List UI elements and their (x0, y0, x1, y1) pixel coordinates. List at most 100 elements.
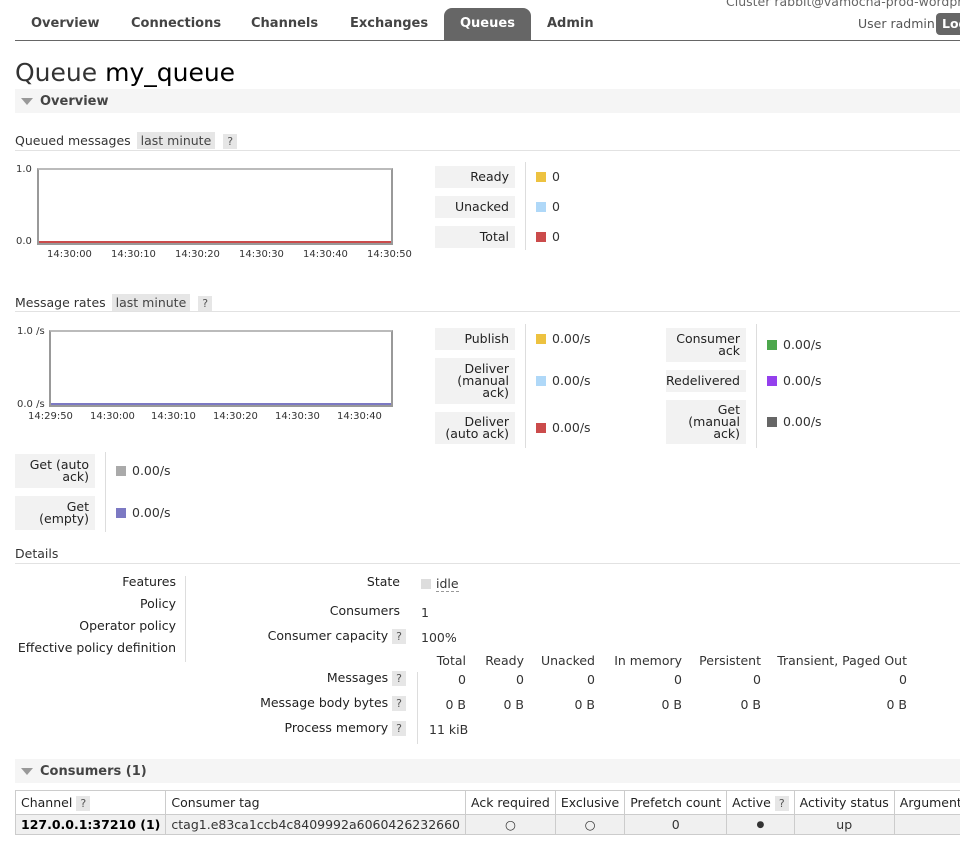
queue-name: my_queue (105, 58, 236, 87)
consumer-capacity-value: 100% (421, 630, 457, 645)
active-help-icon[interactable]: ? (774, 795, 789, 811)
legend-divider (525, 162, 526, 250)
collapse-triangle-icon (21, 98, 33, 105)
queued-messages-label: Queued messages (15, 133, 131, 148)
x-tick-label: 14:30:20 (213, 411, 258, 422)
message-body-bytes-value: 0 B (574, 697, 595, 712)
stats-header-ready: Ready (485, 653, 524, 668)
message-body-bytes-value: 0 B (503, 697, 524, 712)
messages-value: 0 (899, 672, 907, 687)
legend-value: 0.00/s (552, 373, 591, 388)
channel-link[interactable]: 127.0.0.1:37210 (1) (14, 814, 167, 835)
legend-divider (105, 452, 106, 532)
legend-label-deliver-manual-ack: Deliver (manual ack) (435, 358, 515, 404)
y-tick-label: 1.0 /s (17, 326, 45, 337)
tab-connections[interactable]: Connections (115, 8, 237, 40)
overview-section-toggle[interactable] (15, 89, 960, 113)
stats-header-total: Total (436, 653, 466, 668)
legend-value: 0.00/s (783, 337, 822, 352)
tab-channels[interactable]: Channels (235, 8, 334, 40)
legend-value: 0.00/s (552, 331, 591, 346)
legend-label-publish: Publish (435, 328, 515, 350)
legend-value: 0.00/s (552, 420, 591, 435)
tab-queues[interactable]: Queues (444, 8, 531, 40)
legend-swatch (767, 340, 777, 350)
queued-messages-heading: Queued messages last minute ? (15, 132, 238, 149)
consumer-capacity-help-icon[interactable]: ? (392, 629, 406, 644)
message-body-bytes-label: Message body bytes? (260, 695, 406, 711)
consumer-capacity-label: Consumer capacity? (268, 628, 406, 644)
rates-range-select[interactable]: last minute (111, 294, 191, 311)
column-header-label: Exclusive (560, 795, 620, 810)
queued-range-select[interactable]: last minute (136, 132, 216, 149)
x-tick-label: 14:30:30 (239, 249, 284, 260)
consumer-tag: ctag1.e83ca1ccb4c8409992a6060426232660 (165, 814, 467, 835)
stats-header-persistent: Persistent (699, 653, 761, 668)
x-tick-label: 14:30:10 (111, 249, 156, 260)
tab-exchanges[interactable]: Exchanges (334, 8, 444, 40)
x-tick-label: 14:30:50 (367, 249, 412, 260)
details-divider (185, 576, 186, 662)
column-header-label: Ack required (471, 795, 550, 810)
x-tick-label: 14:30:40 (337, 411, 382, 422)
legend-swatch (767, 417, 777, 427)
consumers-section-toggle[interactable] (15, 759, 960, 783)
user-label: User radmin (858, 16, 935, 31)
overview-section-title: Overview (40, 94, 109, 109)
x-tick-label: 14:30:20 (175, 249, 220, 260)
state-label: State (366, 574, 400, 589)
column-header-label: Activity status (799, 795, 889, 810)
legend-label-unacked: Unacked (435, 196, 515, 218)
message-body-bytes-value: 0 B (886, 697, 907, 712)
chart-plot-area (37, 168, 393, 245)
column-header-label: Active (732, 794, 771, 810)
message-body-bytes-value: 0 B (661, 697, 682, 712)
message-rates-label: Message rates (15, 295, 106, 310)
legend-label-ready: Ready (435, 166, 515, 188)
stats-header-transient-paged-out: Transient, Paged Out (777, 653, 907, 668)
detail-label-policy: Policy (140, 596, 176, 611)
cluster-name: Cluster rabbit@vamocha-prod-wordpress (726, 0, 960, 9)
state-value[interactable]: idle (436, 576, 459, 592)
prefetch-count: 0 (624, 814, 728, 835)
legend-value: 0.00/s (783, 414, 822, 429)
detail-label-features: Features (122, 574, 176, 589)
details-heading: Details (15, 546, 59, 561)
legend-swatch (116, 508, 126, 518)
message-rates-heading: Message rates last minute ? (15, 294, 213, 311)
column-header-label: Channel (21, 794, 73, 810)
legend-label-get-empty: Get (empty) (15, 496, 95, 530)
tab-admin[interactable]: Admin (531, 8, 610, 40)
message-body-bytes-value: 0 B (740, 697, 761, 712)
message-body-bytes-help-icon[interactable]: ? (392, 696, 406, 711)
legend-label-get-auto-ack: Get (auto ack) (15, 454, 95, 488)
channel-help-icon[interactable]: ? (76, 795, 91, 811)
queued-help-icon[interactable]: ? (223, 134, 238, 149)
rates-help-icon[interactable]: ? (198, 296, 213, 311)
activity-status: up (793, 814, 895, 835)
chart-plot-area (49, 330, 393, 407)
consumers-section-title: Consumers (1) (40, 764, 147, 779)
legend-label-consumer-ack: Consumer ack (666, 328, 746, 362)
stats-header-in-memory: In memory (614, 653, 682, 668)
process-memory-text: Process memory (284, 720, 389, 735)
detail-label-operator-policy: Operator policy (79, 618, 176, 633)
active-icon: ● (726, 814, 795, 835)
consumers-label: Consumers (329, 603, 400, 618)
process-memory-help-icon[interactable]: ? (392, 721, 406, 736)
y-tick-label: 0.0 (16, 236, 32, 247)
legend-swatch (116, 466, 126, 476)
messages-help-icon[interactable]: ? (392, 671, 406, 686)
state-idle-icon (421, 579, 431, 589)
column-header-label: Consumer tag (171, 795, 260, 810)
messages-text: Messages (326, 670, 389, 685)
exclusive-icon: ○ (554, 814, 626, 835)
logout-button[interactable]: Log (936, 13, 960, 35)
legend-label-redelivered: Redelivered (666, 370, 746, 392)
tab-overview[interactable]: Overview (15, 8, 116, 40)
legend-label-deliver-auto-ack: Deliver (auto ack) (435, 412, 515, 444)
y-tick-label: 1.0 (16, 164, 32, 175)
chart-series-svg (39, 241, 391, 243)
legend-swatch (536, 232, 546, 242)
legend-value: 0 (552, 229, 560, 244)
